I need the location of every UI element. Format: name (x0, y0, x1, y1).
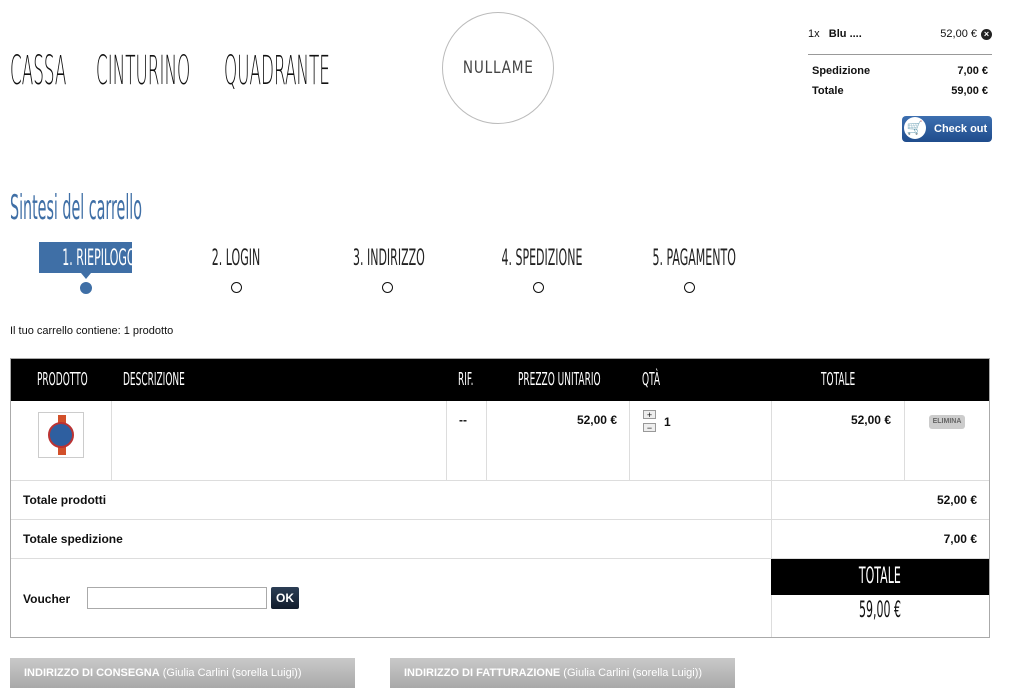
col-rif: RIF. (458, 369, 474, 390)
voucher-input[interactable] (87, 587, 267, 609)
step-pagamento[interactable]: 5. PAGAMENTO (615, 244, 765, 274)
step-dot (684, 282, 695, 293)
total-shipping-label: Totale spedizione (23, 532, 123, 546)
product-thumbnail[interactable] (38, 412, 84, 458)
mini-cart-shipping-label: Spedizione (812, 65, 871, 77)
delivery-address-name: (Giulia Carlini (sorella Luigi)) (159, 667, 302, 679)
grand-total-label: TOTALE (859, 564, 901, 589)
step-riepilogo[interactable]: 1. RIEPILOGO (39, 244, 136, 274)
voucher-ok-button[interactable]: OK (271, 587, 299, 609)
watch-face (48, 422, 74, 448)
cart-icon: 🛒 (904, 117, 926, 139)
step-dot (382, 282, 393, 293)
product-ref: -- (459, 413, 467, 427)
step-label: 2. LOGIN (211, 246, 261, 271)
checkout-button[interactable]: 🛒 Check out (902, 116, 992, 142)
grand-total: 59,00 € (771, 597, 989, 623)
grand-total-header: TOTALE (771, 559, 989, 595)
step-dot (533, 282, 544, 293)
grand-total-value: 59,00 € (858, 598, 901, 623)
step-label: 1. RIEPILOGO (62, 246, 136, 271)
cart-summary: Il tuo carrello contiene: 1 prodotto (10, 325, 174, 337)
logo[interactable]: NULLAME (442, 12, 554, 124)
product-qty: 1 (664, 415, 671, 429)
total-products-label: Totale prodotti (23, 493, 107, 507)
col-qta: QTÀ (642, 369, 661, 390)
checkout-label: Check out (934, 123, 988, 135)
step-spedizione[interactable]: 4. SPEDIZIONE (464, 244, 614, 274)
qty-minus-button[interactable]: − (643, 423, 656, 433)
step-indirizzo[interactable]: 3. INDIRIZZO (318, 244, 458, 274)
mini-cart-qty: 1x (808, 28, 820, 40)
mini-cart-total-label: Totale (812, 85, 844, 97)
billing-address-name: (Giulia Carlini (sorella Luigi)) (560, 667, 703, 679)
nav-cinturino[interactable]: CINTURINO (96, 48, 190, 94)
col-totale: TOTALE (821, 369, 856, 390)
voucher-label: Voucher (23, 592, 71, 606)
step-label: 3. INDIRIZZO (353, 246, 425, 271)
step-dot (231, 282, 242, 293)
logo-text: NULLAME (462, 58, 534, 78)
total-products-value: 52,00 € (936, 493, 977, 507)
mini-cart-item-name[interactable]: Blu .... (829, 28, 862, 40)
delivery-address-button[interactable]: INDIRIZZO DI CONSEGNA (Giulia Carlini (s… (10, 658, 355, 688)
col-prezzo: PREZZO UNITARIO (518, 369, 601, 390)
nav-quadrante[interactable]: QUADRANTE (224, 48, 330, 94)
step-label: 5. PAGAMENTO (652, 246, 736, 271)
step-dot-active (80, 282, 92, 294)
col-prodotto: PRODOTTO (37, 369, 88, 390)
divider (808, 54, 992, 55)
step-label: 4. SPEDIZIONE (501, 246, 583, 271)
qty-plus-button[interactable]: + (643, 410, 656, 420)
total-shipping-value: 7,00 € (943, 532, 977, 546)
remove-icon[interactable]: × (981, 29, 992, 40)
mini-cart-shipping-value: 7,00 € (957, 65, 988, 77)
product-total: 52,00 € (850, 413, 891, 427)
mini-cart-item-price: 52,00 € (940, 28, 977, 40)
billing-address-button[interactable]: INDIRIZZO DI FATTURAZIONE (Giulia Carlin… (390, 658, 735, 688)
nav-cassa[interactable]: CASSA (10, 48, 66, 94)
cart-table: PRODOTTO DESCRIZIONE RIF. PREZZO UNITARI… (10, 358, 990, 638)
mini-cart-item: 1x Blu .... 52,00 € × (808, 24, 992, 44)
mini-cart-total-value: 59,00 € (951, 85, 988, 97)
remove-button[interactable]: ELIMINA (929, 415, 965, 429)
billing-address-label: INDIRIZZO DI FATTURAZIONE (404, 667, 561, 679)
col-descrizione: DESCRIZIONE (123, 369, 185, 390)
page-title: Sintesi del carrello (10, 188, 143, 228)
mini-cart: 1x Blu .... 52,00 € × Spedizione 7,00 € To… (808, 24, 992, 101)
delivery-address-label: INDIRIZZO DI CONSEGNA (24, 667, 160, 679)
table-header: PRODOTTO DESCRIZIONE RIF. PREZZO UNITARI… (11, 359, 989, 401)
product-unit-price: 52,00 € (576, 413, 617, 427)
step-login[interactable]: 2. LOGIN (176, 244, 296, 274)
